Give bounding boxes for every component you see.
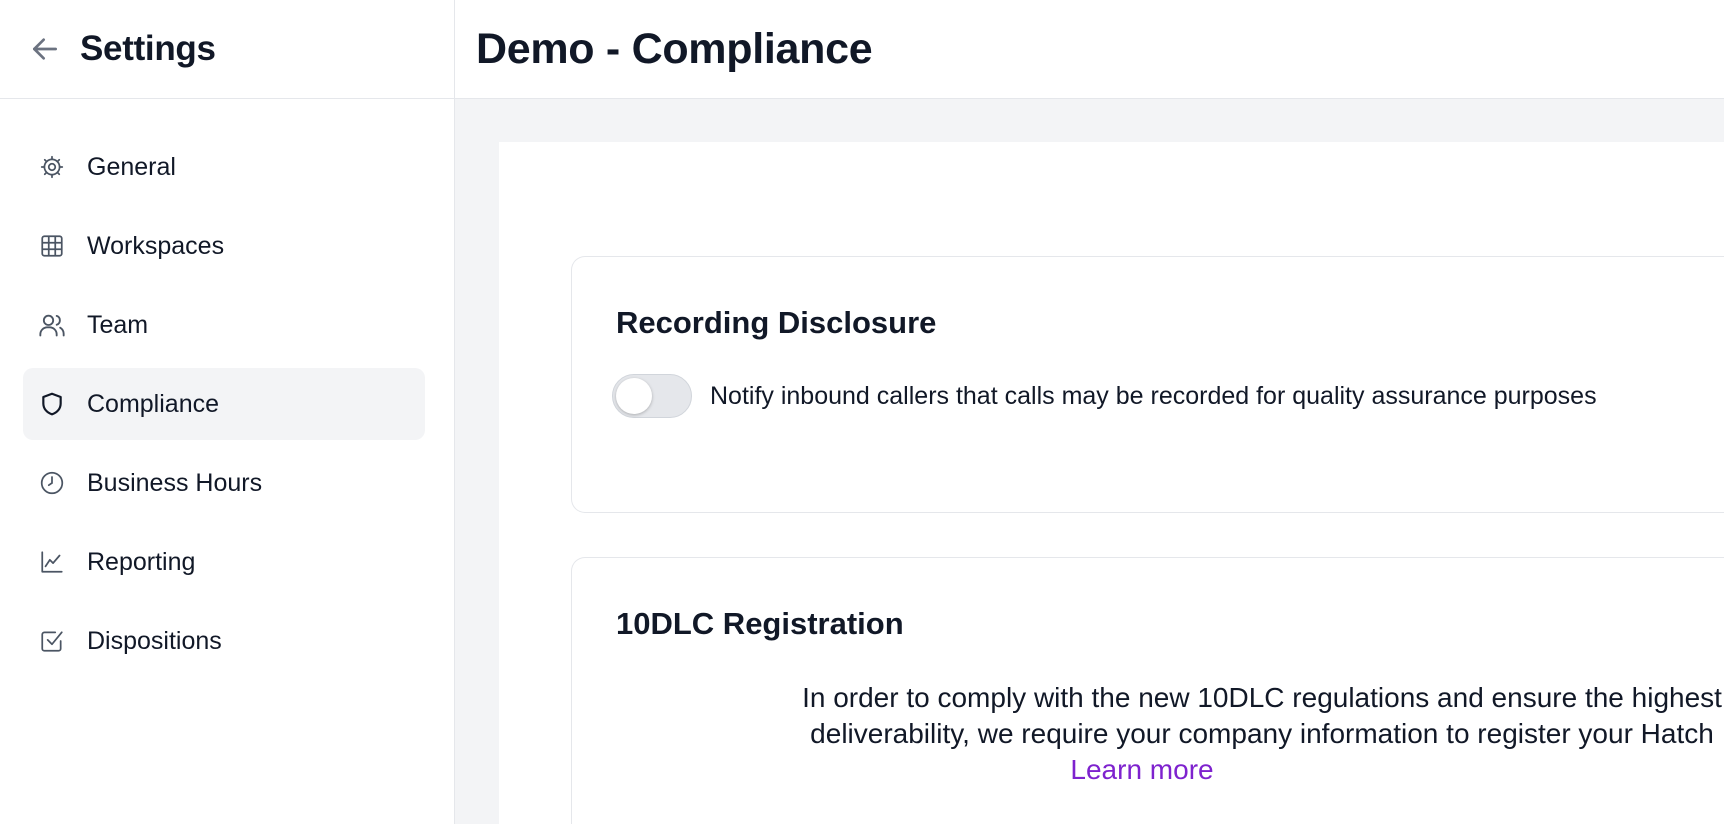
content-area: Recording Disclosure Notify inbound call… [455,99,1724,824]
learn-more-row: Learn more [672,752,1724,788]
sidebar-item-label: Compliance [87,389,220,418]
sidebar-item-label: Business Hours [87,468,263,497]
checkbox-icon [37,626,67,656]
chart-line-icon [37,547,67,577]
settings-nav: General Workspaces Team Compliance Busin… [0,99,454,677]
sidebar-item-label: General [87,152,176,181]
recording-disclosure-card: Recording Disclosure Notify inbound call… [571,256,1724,513]
sidebar-item-reporting[interactable]: Reporting [23,526,425,598]
dlc-registration-title: 10DLC Registration [616,606,904,641]
shield-icon [37,389,67,419]
dlc-description-line: In order to comply with the new 10DLC re… [802,682,1722,713]
sidebar-item-label: Team [87,310,149,339]
main-area: Demo - Compliance Recording Disclosure N… [455,0,1724,824]
clock-icon [37,468,67,498]
dlc-description: In order to comply with the new 10DLC re… [672,680,1724,788]
arrow-left-icon [33,38,57,60]
dlc-description-line: deliverability, we require your company … [810,718,1714,749]
toggle-knob [616,378,652,414]
recording-toggle[interactable] [612,374,692,418]
sidebar-item-workspaces[interactable]: Workspaces [23,210,425,282]
recording-disclosure-title: Recording Disclosure [616,305,937,340]
sidebar-item-dispositions[interactable]: Dispositions [23,605,425,677]
sidebar-item-business-hours[interactable]: Business Hours [23,447,425,519]
page-title: Demo - Compliance [476,24,873,73]
dlc-registration-card: 10DLC Registration In order to comply wi… [571,557,1724,824]
sidebar-item-compliance[interactable]: Compliance [23,368,425,440]
sidebar-title: Settings [80,29,216,68]
sidebar-header: Settings [0,0,454,99]
sidebar-item-general[interactable]: General [23,131,425,203]
back-button[interactable] [28,32,62,66]
sidebar-item-label: Dispositions [87,626,222,655]
learn-more-link[interactable]: Learn more [1070,754,1213,785]
sidebar-item-label: Workspaces [87,231,225,260]
sidebar-item-label: Reporting [87,547,196,576]
content-panel: Recording Disclosure Notify inbound call… [499,142,1724,824]
recording-toggle-row: Notify inbound callers that calls may be… [612,374,1597,418]
sidebar-item-team[interactable]: Team [23,289,425,361]
users-icon [37,310,67,340]
recording-toggle-label: Notify inbound callers that calls may be… [710,381,1597,410]
settings-sidebar: Settings General Workspaces Team Complia… [0,0,455,824]
main-header: Demo - Compliance [455,0,1724,99]
grid-icon [37,231,67,261]
gear-icon [37,152,67,182]
